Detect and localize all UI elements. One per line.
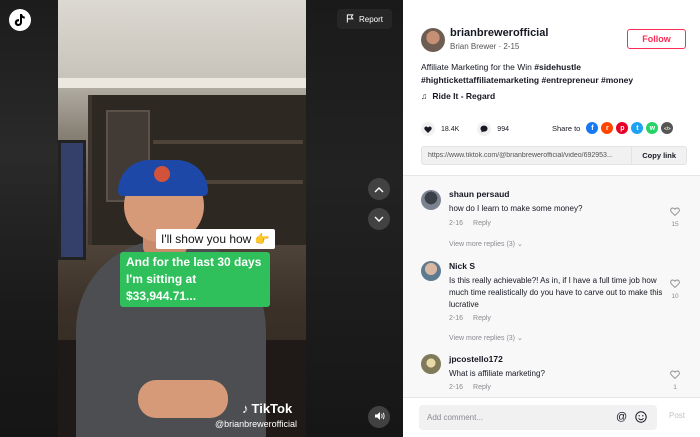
share-row: Share to f r p t w </>	[552, 122, 674, 134]
view-more-label: View more replies (3)	[449, 241, 516, 248]
watermark-handle: @brianbrewerofficial	[215, 419, 298, 429]
flag-icon	[346, 13, 355, 25]
heart-outline-icon	[670, 275, 680, 292]
video-caption-line: $33,944.71...	[126, 289, 197, 303]
pinterest-icon[interactable]: p	[616, 122, 629, 134]
report-button[interactable]: Report	[337, 9, 392, 29]
comment-like-count: 1	[673, 384, 677, 391]
comment-avatar[interactable]	[421, 190, 441, 210]
comment-count: 994	[497, 125, 509, 133]
comment-like-count: 15	[671, 221, 679, 228]
tiktok-note-icon: ♪	[242, 401, 249, 416]
music-title: Ride It - Regard	[432, 91, 496, 101]
description-text: Affiliate Marketing for the Win	[421, 62, 535, 72]
embed-icon[interactable]: </>	[661, 122, 674, 134]
comment-text: Is this really achievable?! As in, if I …	[449, 276, 663, 309]
next-video-button[interactable]	[368, 208, 390, 230]
comment-like-button[interactable]: 10	[668, 275, 682, 300]
comment-avatar[interactable]	[421, 261, 441, 281]
heart-icon	[424, 120, 432, 138]
twitter-icon[interactable]: t	[631, 122, 644, 134]
comment-bubble-icon	[480, 120, 488, 138]
link-box: https://www.tiktok.com/@brianbreweroffic…	[421, 146, 687, 165]
video-description: Affiliate Marketing for the Win #sidehus…	[421, 61, 687, 87]
video-caption-1: I'll show you how 👉	[156, 229, 275, 249]
video-ceiling	[58, 0, 306, 80]
comment-date: 2-16	[449, 315, 464, 322]
comment-like-count: 10	[671, 293, 679, 300]
video-watermark: ♪ TikTok @brianbrewerofficial	[215, 401, 297, 429]
watermark-logo: ♪ TikTok	[242, 401, 297, 416]
emoji-icon[interactable]	[635, 410, 647, 428]
comment-meta: 2-16 Reply	[449, 315, 491, 322]
video-caption-2: And for the last 30 days I'm sitting at …	[120, 252, 270, 307]
comment-like-button[interactable]: 15	[668, 203, 682, 228]
comment-text: how do I learn to make some money?	[449, 204, 583, 213]
reply-button[interactable]: Reply	[473, 315, 491, 322]
video-trim	[58, 78, 306, 88]
reply-button[interactable]: Reply	[473, 384, 491, 391]
speaker-icon	[374, 408, 385, 426]
comment-author[interactable]: shaun persaud	[449, 189, 509, 199]
follow-button[interactable]: Follow	[627, 29, 686, 49]
share-icons: f r p t w </>	[586, 122, 674, 134]
whatsapp-icon[interactable]: w	[646, 122, 659, 134]
comment-date: 2-16	[449, 384, 464, 391]
video-wall-art	[58, 140, 86, 260]
volume-button[interactable]	[368, 406, 390, 428]
comment-author[interactable]: Nick S	[449, 261, 475, 271]
video-panel: Report I'll show you how 👉 And for the l…	[0, 0, 403, 437]
reply-button[interactable]: Reply	[473, 220, 491, 227]
author-subline: Brian Brewer · 2-15	[450, 42, 520, 51]
facebook-icon[interactable]: f	[586, 122, 599, 134]
heart-outline-icon	[670, 203, 680, 220]
author-avatar[interactable]	[421, 28, 445, 52]
author-handle[interactable]: brianbrewerofficial	[450, 27, 548, 39]
comment-meta: 2-16 Reply	[449, 220, 491, 227]
video-shelf	[153, 140, 303, 144]
view-more-label: View more replies (3)	[449, 335, 516, 342]
chevron-down-icon: ⌄	[516, 335, 523, 342]
video-cap-logo	[154, 166, 170, 182]
music-note-icon: ♫	[421, 91, 428, 101]
view-more-replies[interactable]: View more replies (3) ⌄	[449, 334, 523, 342]
heart-outline-icon	[670, 366, 680, 383]
like-count: 18.4K	[441, 125, 460, 133]
chevron-down-icon: ⌄	[516, 241, 523, 248]
chevron-up-icon	[374, 180, 384, 198]
video-caption-line: I'm sitting at	[126, 272, 197, 286]
report-label: Report	[358, 14, 383, 24]
copy-link-button[interactable]: Copy link	[631, 147, 686, 164]
video-player[interactable]	[58, 0, 306, 437]
video-backdrop-left	[0, 0, 58, 437]
post-button[interactable]: Post	[669, 411, 685, 420]
details-panel: brianbrewerofficial Brian Brewer · 2-15 …	[403, 0, 700, 437]
share-label: Share to	[552, 123, 581, 133]
comment-author[interactable]: jpcostello172	[449, 354, 503, 364]
video-caption-line: And for the last 30 days	[126, 255, 262, 269]
watermark-brand: TikTok	[251, 401, 293, 416]
comment-text: What is affiliate marketing?	[449, 369, 545, 378]
view-more-replies[interactable]: View more replies (3) ⌄	[449, 240, 523, 248]
mention-icon[interactable]: @	[616, 411, 627, 423]
video-link-url[interactable]: https://www.tiktok.com/@brianbreweroffic…	[422, 152, 631, 159]
tiktok-logo-icon[interactable]	[9, 9, 31, 31]
reddit-icon[interactable]: r	[601, 122, 614, 134]
comment-meta: 2-16 Reply	[449, 384, 491, 391]
comments-list[interactable]: shaun persaud how do I learn to make som…	[403, 175, 700, 397]
like-button[interactable]	[421, 122, 435, 136]
hashtag-link[interactable]: #hightickettaffiliatemarketing	[421, 75, 539, 85]
hashtag-link[interactable]: #entrepreneur	[541, 75, 598, 85]
previous-video-button[interactable]	[368, 178, 390, 200]
comment-bar: @ Post	[403, 397, 700, 437]
music-link[interactable]: ♫ Ride It - Regard	[421, 91, 495, 101]
comment-like-button[interactable]: 1	[668, 366, 682, 391]
hashtag-link[interactable]: #money	[601, 75, 633, 85]
comment-button[interactable]	[477, 120, 492, 138]
chevron-down-icon	[374, 210, 384, 228]
engagement-stats: 18.4K 994	[421, 122, 521, 136]
comment-date: 2-16	[449, 220, 464, 227]
comment-avatar[interactable]	[421, 354, 441, 374]
hashtag-link[interactable]: #sidehustle	[534, 62, 581, 72]
